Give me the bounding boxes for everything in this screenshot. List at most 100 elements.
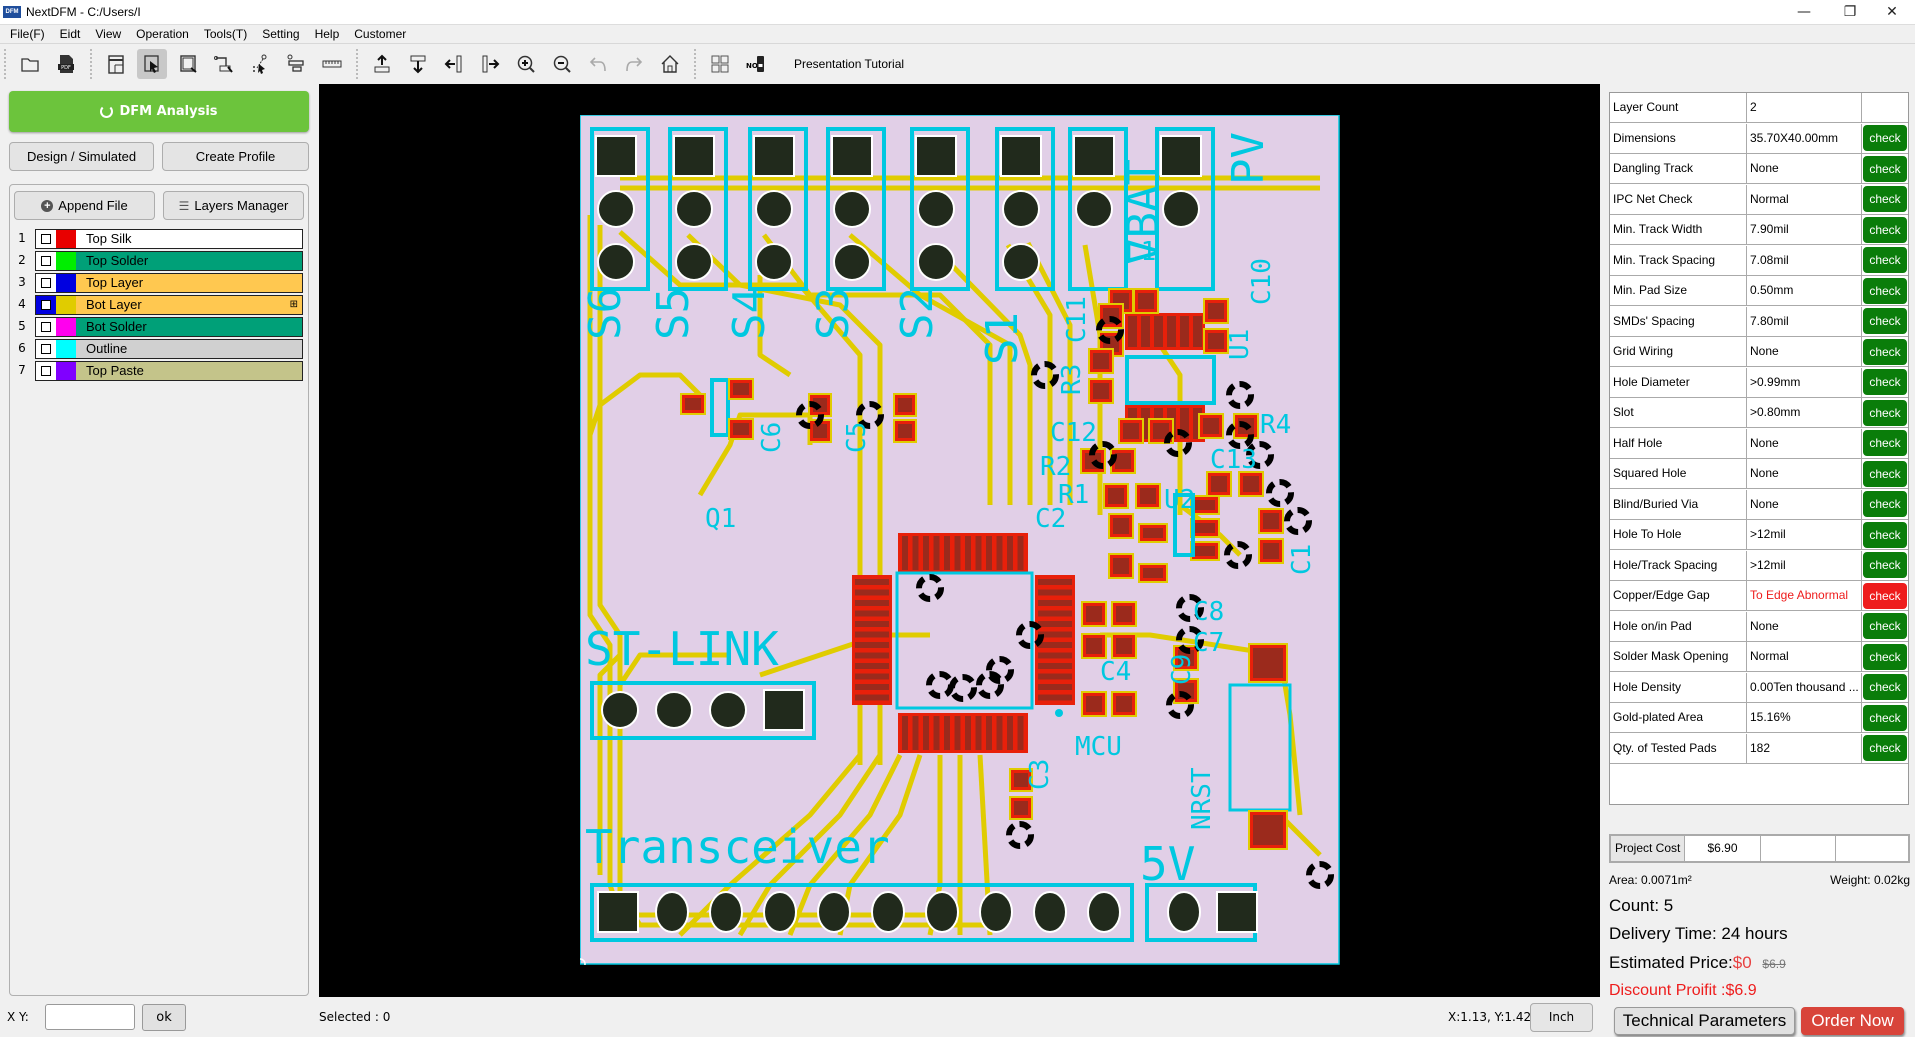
layer-row[interactable]: 3 Top Layer (10, 273, 310, 294)
check-button[interactable]: check (1863, 552, 1907, 578)
layer-row[interactable]: 6 Outline (10, 339, 310, 360)
pcb-board[interactable]: S6 S5 S4 S3 S2 S1VBATPVL1C10C11U1R3R4C12R2R1C… (580, 115, 1340, 965)
check-button[interactable]: check (1863, 247, 1907, 273)
round-pad (1167, 891, 1201, 933)
layer-row[interactable]: 1 Top Silk (10, 229, 310, 250)
minimize-button[interactable]: — (1781, 0, 1827, 24)
technical-parameters-button[interactable]: Technical Parameters (1614, 1007, 1795, 1035)
zoom-in-button[interactable] (511, 49, 541, 79)
menu-customer[interactable]: Customer (348, 27, 415, 41)
layer-row[interactable]: 2 Top Solder (10, 251, 310, 272)
layer-visibility-checkbox[interactable] (36, 362, 56, 380)
check-button[interactable]: check (1863, 155, 1907, 182)
move-select-icon (214, 56, 233, 73)
measure-button[interactable] (317, 49, 347, 79)
layer-row[interactable]: 5 Bot Solder (10, 317, 310, 338)
layer-visibility-checkbox[interactable] (36, 296, 56, 314)
export-pdf-button[interactable]: PDF (51, 49, 81, 79)
check-button[interactable]: check (1863, 613, 1907, 639)
single-view-button[interactable] (101, 49, 131, 79)
select-button[interactable] (137, 49, 167, 79)
layer-color-swatch[interactable] (56, 274, 76, 292)
menu-setting[interactable]: Setting (256, 27, 308, 41)
round-pad (709, 891, 743, 933)
status-bar: X Y: ok Selected : 0 X:1.13, Y:1.42 Inch (0, 999, 1600, 1037)
check-button[interactable]: check (1863, 735, 1907, 761)
check-button[interactable]: check (1863, 674, 1907, 700)
toolbar: PDF NO Presentation Tutorial (0, 43, 1915, 84)
menu-view[interactable]: View (89, 27, 130, 41)
create-profile-button[interactable]: Create Profile (162, 142, 309, 171)
check-button[interactable]: check (1863, 643, 1907, 670)
check-button[interactable]: check (1863, 216, 1907, 243)
check-button[interactable]: check (1863, 277, 1907, 304)
check-button[interactable]: check (1863, 369, 1907, 395)
unit-toggle-button[interactable]: Inch (1530, 1003, 1593, 1032)
check-button[interactable]: check (1863, 582, 1907, 609)
layer-color-swatch[interactable] (56, 296, 76, 314)
layer-color-swatch[interactable] (56, 230, 76, 248)
check-button[interactable]: check (1863, 308, 1907, 334)
number-button[interactable]: NO (741, 49, 771, 79)
layer-color-swatch[interactable] (56, 340, 76, 358)
layer-color-swatch[interactable] (56, 252, 76, 270)
layer-visibility-checkbox[interactable] (36, 318, 56, 336)
layer-visibility-checkbox[interactable] (36, 340, 56, 358)
presentation-tutorial-link[interactable]: Presentation Tutorial (794, 57, 904, 71)
layer-cell: Top Solder (35, 251, 303, 271)
home-button[interactable] (655, 49, 685, 79)
smd-pad (902, 536, 908, 570)
layer-row[interactable]: 4 Bot Layer ⊞ (10, 295, 310, 316)
dfm-result-row: Dimensions 35.70X40.00mm check (1610, 123, 1908, 154)
align-left-button[interactable] (439, 49, 469, 79)
silkscreen-label: NRST (1187, 767, 1217, 830)
layers-manager-button[interactable]: ☰ Layers Manager (163, 191, 304, 220)
window-select-button[interactable] (173, 49, 203, 79)
move-select-button[interactable] (209, 49, 239, 79)
dfm-result-row: Blind/Buried Via None check (1610, 489, 1908, 520)
design-simulated-button[interactable]: Design / Simulated (9, 142, 154, 171)
node-select-icon (253, 54, 267, 74)
menu-tools[interactable]: Tools(T) (198, 27, 256, 41)
menu-edit[interactable]: Eidt (54, 27, 90, 41)
append-file-button[interactable]: + Append File (14, 191, 155, 220)
check-button[interactable]: check (1863, 460, 1907, 487)
close-button[interactable]: ✕ (1869, 0, 1915, 24)
menu-operation[interactable]: Operation (130, 27, 198, 41)
menu-file[interactable]: File(F) (4, 27, 54, 41)
check-button[interactable]: check (1863, 704, 1907, 731)
layer-color-swatch[interactable] (56, 362, 76, 380)
redo-button[interactable] (619, 49, 649, 79)
align-top-button[interactable] (367, 49, 397, 79)
layer-color-swatch[interactable] (56, 318, 76, 336)
restore-button[interactable]: ❐ (1827, 0, 1873, 24)
align-button[interactable] (281, 49, 311, 79)
align-bottom-button[interactable] (403, 49, 433, 79)
layers-manager-label: Layers Manager (194, 198, 289, 213)
check-button[interactable]: check (1863, 186, 1907, 212)
align-right-button[interactable] (475, 49, 505, 79)
smd-pad (975, 536, 982, 570)
menu-help[interactable]: Help (309, 27, 349, 41)
check-button[interactable]: check (1863, 338, 1907, 365)
zoom-out-button[interactable] (547, 49, 577, 79)
ok-button[interactable]: ok (142, 1004, 186, 1031)
dfm-analysis-button[interactable]: DFM Analysis (9, 91, 309, 132)
panel-button[interactable] (705, 49, 735, 79)
order-now-button[interactable]: Order Now (1801, 1007, 1904, 1035)
undo-button[interactable] (583, 49, 613, 79)
project-cost-value: $6.90 (1685, 836, 1761, 861)
layer-visibility-checkbox[interactable] (36, 230, 56, 248)
open-button[interactable] (15, 49, 45, 79)
xy-input[interactable] (45, 1004, 135, 1030)
check-button[interactable]: check (1863, 430, 1907, 456)
check-button[interactable]: check (1863, 521, 1907, 548)
check-button[interactable]: check (1863, 125, 1907, 151)
check-button[interactable]: check (1863, 399, 1907, 426)
layer-row[interactable]: 7 Top Paste (10, 361, 310, 382)
check-button[interactable]: check (1863, 491, 1907, 517)
layer-visibility-checkbox[interactable] (36, 274, 56, 292)
layer-visibility-checkbox[interactable] (36, 252, 56, 270)
node-select-button[interactable] (245, 49, 275, 79)
expand-icon[interactable]: ⊞ (290, 296, 298, 314)
